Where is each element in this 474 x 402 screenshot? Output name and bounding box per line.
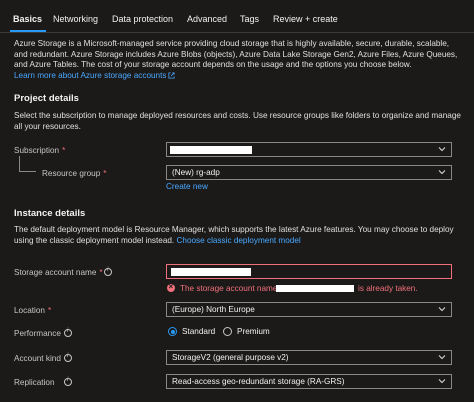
intro-text: Azure Storage is a Microsoft-managed ser… [14, 39, 462, 81]
redacted-subscription [170, 146, 252, 154]
redacted-account-name [171, 268, 251, 276]
location-value: (Europe) North Europe [172, 305, 255, 314]
replication-select[interactable]: Read-access geo-redundant storage (RA-GR… [166, 374, 452, 389]
info-icon[interactable] [64, 353, 72, 362]
performance-standard-radio[interactable] [168, 327, 177, 336]
tree-connector [19, 156, 36, 172]
project-details-heading: Project details [14, 93, 79, 104]
redacted-name-in-error [276, 285, 354, 292]
chevron-down-icon [438, 379, 446, 384]
replication-value: Read-access geo-redundant storage (RA-GR… [172, 377, 345, 386]
info-icon[interactable] [104, 267, 112, 276]
info-icon[interactable] [64, 328, 72, 337]
tab-review-create[interactable]: Review + create [273, 14, 338, 24]
instance-details-heading: Instance details [14, 208, 86, 219]
required-marker: * [47, 306, 52, 315]
performance-premium-radio[interactable] [223, 327, 232, 336]
performance-label: Performance [14, 329, 61, 338]
storage-account-name-label: Storage account name * [14, 268, 103, 277]
project-details-description: Select the subscription to manage deploy… [14, 111, 461, 131]
resource-group-select[interactable]: (New) rg-adp [166, 165, 452, 180]
required-marker: * [62, 146, 66, 155]
resource-group-value: (New) rg-adp [172, 168, 220, 177]
performance-premium-label: Premium [237, 327, 270, 336]
error-message-suffix: is already taken. [358, 284, 418, 293]
account-kind-value: StorageV2 (general purpose v2) [172, 353, 289, 362]
account-kind-select[interactable]: StorageV2 (general purpose v2) [166, 350, 452, 365]
chevron-down-icon [438, 170, 446, 175]
tab-networking[interactable]: Networking [53, 14, 98, 24]
performance-standard-label: Standard [182, 327, 216, 336]
tab-tags[interactable]: Tags [240, 14, 259, 24]
location-select[interactable]: (Europe) North Europe [166, 302, 452, 317]
subscription-label: Subscription * [14, 146, 66, 155]
chevron-down-icon [438, 307, 446, 312]
create-new-link[interactable]: Create new [166, 182, 208, 191]
storage-account-name-input[interactable] [166, 264, 452, 279]
external-link-icon [168, 71, 176, 79]
tab-advanced[interactable]: Advanced [187, 14, 227, 24]
error-icon [167, 282, 175, 292]
location-label: Location * [14, 306, 52, 315]
tab-data-protection[interactable]: Data protection [112, 14, 173, 24]
account-kind-label: Account kind [14, 354, 61, 363]
active-tab-indicator [10, 30, 46, 32]
info-icon[interactable] [64, 377, 72, 386]
error-message-prefix: The storage account name [180, 284, 278, 293]
intro-description: Azure Storage is a Microsoft-managed ser… [14, 39, 458, 69]
subscription-select[interactable] [166, 142, 452, 157]
required-marker: * [99, 268, 103, 277]
chevron-down-icon [438, 355, 446, 360]
replication-label: Replication [14, 378, 55, 387]
chevron-down-icon [438, 147, 446, 152]
learn-more-link[interactable]: Learn more about Azure storage accounts [14, 71, 176, 80]
resource-group-label: Resource group * [42, 169, 107, 178]
tab-basics[interactable]: Basics [13, 14, 42, 24]
tab-bar: Basics Networking Data protection Advanc… [0, 8, 474, 33]
required-marker: * [103, 169, 107, 178]
instance-details-description: The default deployment model is Resource… [14, 225, 454, 245]
classic-deployment-link[interactable]: Choose classic deployment model [176, 236, 300, 245]
